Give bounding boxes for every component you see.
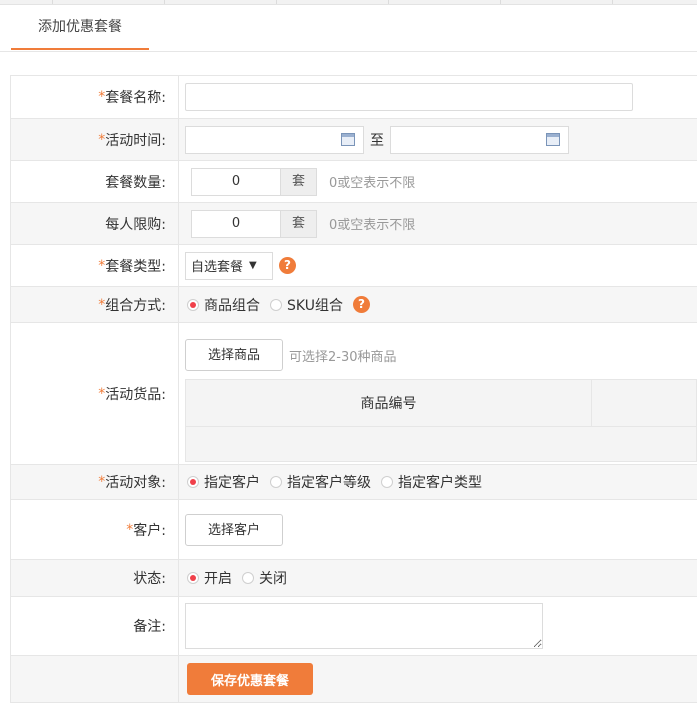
package-quantity-label: 套餐数量: — [105, 174, 166, 191]
status-label: 状态: — [133, 571, 166, 587]
save-package-button[interactable]: 保存优惠套餐 — [187, 663, 313, 695]
package-quantity-input[interactable]: 0 — [191, 167, 281, 196]
row-package-quantity: 套餐数量: 0套 0或空表示不限 — [11, 161, 697, 203]
table-body — [186, 427, 696, 461]
activity-goods-label: 活动货品: — [105, 386, 166, 403]
help-icon[interactable]: ? — [352, 296, 370, 313]
calendar-icon[interactable] — [546, 132, 560, 146]
quantity-unit: 套 — [281, 167, 317, 196]
row-activity-time: * 活动时间: 至 — [11, 119, 697, 161]
field-label: * 套餐名称: — [11, 76, 179, 118]
start-date-input[interactable] — [185, 125, 364, 154]
activity-time-label: 活动时间: — [105, 132, 166, 149]
required-mark: * — [98, 296, 106, 313]
radio-button[interactable] — [270, 476, 282, 488]
radio-button-checked[interactable] — [187, 572, 199, 584]
activity-target-label: 活动对象: — [105, 475, 166, 491]
radio-label: 指定客户等级 — [287, 475, 371, 491]
row-actions: 保存优惠套餐 — [11, 656, 697, 703]
remark-textarea[interactable] — [185, 603, 543, 649]
column-header — [592, 380, 696, 426]
package-type-value: 自选套餐 — [191, 260, 244, 275]
quantity-hint: 0或空表示不限 — [329, 176, 416, 191]
field-label: 备注: — [11, 597, 179, 655]
chevron-down-icon: ▼ — [249, 260, 257, 271]
row-per-person-limit: 每人限购: 0套 0或空表示不限 — [11, 203, 697, 245]
radio-sku-combo[interactable]: SKU组合 — [270, 295, 343, 315]
radio-button[interactable] — [270, 298, 282, 311]
customer-label: 客户: — [133, 522, 166, 539]
row-package-name: * 套餐名称: — [11, 76, 697, 119]
date-separator: 至 — [370, 132, 384, 149]
radio-label: 开启 — [204, 571, 232, 587]
row-combine-mode: * 组合方式: 商品组合 SKU组合 ? — [11, 287, 697, 323]
goods-table: 商品编号 — [185, 379, 697, 462]
field-label: 状态: — [11, 560, 179, 596]
radio-label: 指定客户类型 — [398, 475, 482, 491]
radio-customer-level[interactable]: 指定客户等级 — [270, 472, 371, 492]
help-icon[interactable]: ? — [279, 257, 296, 274]
combine-mode-label: 组合方式: — [105, 297, 166, 314]
radio-label: 商品组合 — [204, 297, 260, 314]
required-mark: * — [98, 257, 106, 274]
row-remark: 备注: — [11, 597, 697, 656]
field-label: * 活动时间: — [11, 119, 179, 160]
remark-label: 备注: — [133, 619, 166, 635]
package-form: * 套餐名称: * 活动时间: 至 套餐数量: 0套 0或空表示不限 每人限购: 0… — [10, 75, 697, 703]
radio-button[interactable] — [381, 476, 393, 488]
row-customer: * 客户: 选择客户 — [11, 500, 697, 560]
package-type-label: 套餐类型: — [105, 258, 166, 275]
goods-hint: 可选择2-30种商品 — [289, 349, 397, 365]
field-label: * 活动货品: — [11, 323, 179, 464]
calendar-icon[interactable] — [341, 132, 355, 146]
select-customer-button[interactable]: 选择客户 — [185, 513, 284, 546]
field-label: * 客户: — [11, 500, 179, 559]
row-package-type: * 套餐类型: 自选套餐 ▼ ? — [11, 245, 697, 287]
package-name-label: 套餐名称: — [105, 90, 166, 106]
required-mark: * — [98, 131, 106, 148]
radio-status-on[interactable]: 开启 — [187, 568, 232, 588]
package-name-input[interactable] — [185, 83, 633, 111]
per-person-limit-input[interactable]: 0 — [191, 209, 281, 238]
tab-add-package[interactable]: 添加优惠套餐 — [11, 5, 149, 50]
required-mark: * — [98, 474, 106, 490]
per-person-limit-label: 每人限购: — [105, 216, 166, 233]
radio-button-checked[interactable] — [187, 476, 199, 488]
required-mark: * — [126, 521, 134, 538]
radio-specified-customer[interactable]: 指定客户 — [187, 472, 260, 492]
radio-button[interactable] — [242, 572, 254, 584]
field-label — [11, 656, 179, 702]
radio-label: 关闭 — [259, 571, 287, 587]
column-header-product-code: 商品编号 — [186, 380, 592, 426]
radio-label: SKU组合 — [287, 297, 343, 314]
field-label: * 活动对象: — [11, 465, 179, 499]
radio-product-combo[interactable]: 商品组合 — [187, 295, 260, 315]
radio-label: 指定客户 — [204, 475, 260, 491]
required-mark: * — [98, 385, 106, 402]
radio-button-checked[interactable] — [187, 298, 199, 311]
table-header: 商品编号 — [186, 380, 696, 427]
field-label: 每人限购: — [11, 203, 179, 244]
tab-bar: 添加优惠套餐 — [0, 5, 697, 52]
field-label: 套餐数量: — [11, 161, 179, 202]
package-type-select[interactable]: 自选套餐 ▼ — [185, 251, 273, 280]
radio-customer-type[interactable]: 指定客户类型 — [381, 472, 482, 492]
limit-unit: 套 — [281, 209, 317, 238]
end-date-input[interactable] — [390, 125, 569, 154]
limit-hint: 0或空表示不限 — [329, 218, 416, 233]
required-mark: * — [98, 89, 106, 105]
field-label: * 套餐类型: — [11, 245, 179, 286]
row-activity-goods: * 活动货品: 选择商品 可选择2-30种商品 商品编号 — [11, 323, 697, 465]
row-status: 状态: 开启 关闭 — [11, 560, 697, 597]
field-label: * 组合方式: — [11, 287, 179, 322]
select-goods-button[interactable]: 选择商品 — [185, 339, 284, 371]
row-activity-target: * 活动对象: 指定客户 指定客户等级 指定客户类型 — [11, 465, 697, 500]
radio-status-off[interactable]: 关闭 — [242, 568, 287, 588]
